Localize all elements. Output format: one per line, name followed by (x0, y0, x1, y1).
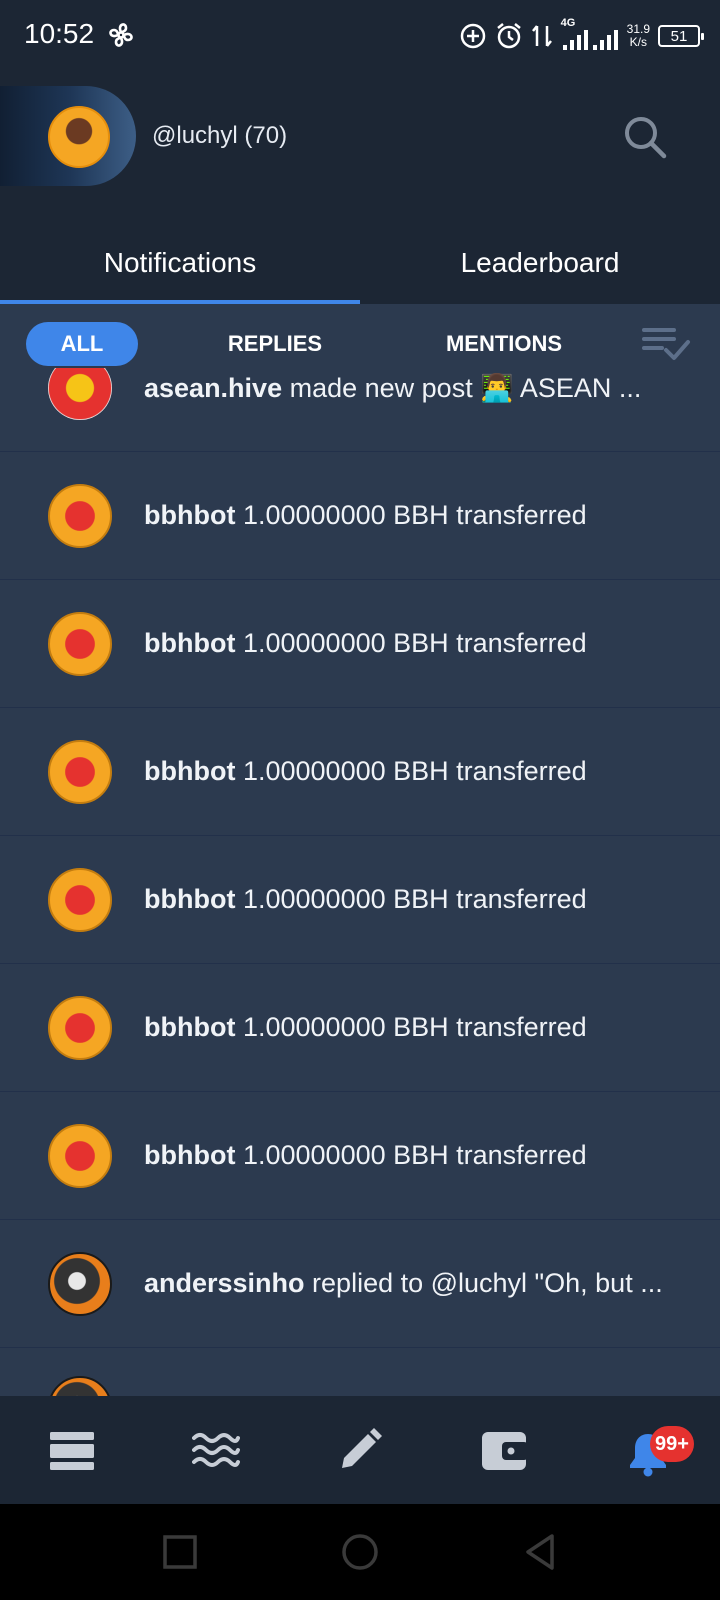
tab-bar: Notifications Leaderboard (0, 222, 720, 304)
back-icon[interactable] (520, 1532, 560, 1572)
feed-icon[interactable] (48, 1426, 96, 1474)
bottom-nav: 99+ (0, 1396, 720, 1504)
bbh-avatar-icon[interactable] (48, 612, 112, 676)
notification-badge: 99+ (650, 1426, 694, 1462)
battery-level: 51 (670, 27, 688, 45)
tab-leaderboard[interactable]: Leaderboard (360, 222, 720, 304)
notification-text: anderssinho replied to @luchyl "Oh, but … (144, 1268, 663, 1298)
bbh-avatar-icon[interactable] (48, 868, 112, 932)
username: @luchyl (70) (152, 122, 288, 149)
partial-avatar-icon[interactable] (48, 1376, 112, 1396)
notification-text: bbhbot 1.00000000 BBH transferred (144, 756, 587, 786)
list-item[interactable]: anderssinho replied to @luchyl "Oh, but … (0, 1220, 720, 1348)
list-item[interactable]: bbhbot 1.00000000 BBH transferred (0, 452, 720, 580)
list-item[interactable]: bbhbot 1.00000000 BBH transferred (0, 964, 720, 1092)
notification-text: bbhbot 1.00000000 BBH transferred (144, 1140, 587, 1170)
signal-icon (592, 30, 618, 50)
data-saver-icon (460, 23, 485, 49)
fan-icon (109, 23, 133, 47)
signal-4g-icon: 4G (561, 17, 619, 51)
list-item[interactable]: bbhbot 1.00000000 BBH transferred (0, 836, 720, 964)
list-item[interactable] (0, 1348, 720, 1396)
status-bar: 10:52 4G 31.9 K/s 51 (0, 0, 720, 72)
list-item[interactable]: bbhbot 1.00000000 BBH transferred (0, 1092, 720, 1220)
user-avatar[interactable] (48, 106, 110, 168)
data-arrows-icon (531, 25, 552, 47)
bbh-avatar-icon[interactable] (48, 1124, 112, 1188)
notification-list: asean.hive made new post 👨‍💻 ASEAN ... b… (0, 368, 720, 1396)
filter-mentions[interactable]: MENTIONS (420, 322, 588, 366)
filter-all[interactable]: ALL (26, 322, 138, 366)
recents-icon[interactable] (160, 1532, 200, 1572)
list-item[interactable]: bbhbot 1.00000000 BBH transferred (0, 708, 720, 836)
home-icon[interactable] (340, 1532, 380, 1572)
bbh-avatar-icon[interactable] (48, 484, 112, 548)
notification-text: bbhbot 1.00000000 BBH transferred (144, 628, 587, 658)
notification-text: bbhbot 1.00000000 BBH transferred (144, 500, 587, 530)
search-icon[interactable] (622, 114, 668, 160)
notification-text: asean.hive made new post 👨‍💻 ASEAN ... (144, 373, 642, 403)
bbh-avatar-icon[interactable] (48, 740, 112, 804)
waves-icon[interactable] (192, 1426, 240, 1474)
pencil-icon[interactable] (336, 1426, 384, 1474)
battery-icon: 51 (658, 25, 704, 47)
asean-avatar-icon[interactable] (48, 368, 112, 420)
filter-replies[interactable]: REPLIES (200, 322, 350, 366)
network-type: 4G (560, 17, 576, 29)
notification-text: bbhbot 1.00000000 BBH transferred (144, 884, 587, 914)
status-time: 10:52 (24, 18, 95, 49)
tab-notifications[interactable]: Notifications (0, 222, 360, 304)
bbh-avatar-icon[interactable] (48, 996, 112, 1060)
alarm-icon (496, 23, 521, 49)
filter-bar: ALL REPLIES MENTIONS (0, 304, 720, 368)
wallet-icon[interactable] (480, 1426, 528, 1474)
network-speed: 31.9 K/s (626, 22, 650, 49)
notification-text: bbhbot 1.00000000 BBH transferred (144, 1012, 587, 1042)
list-item[interactable]: bbhbot 1.00000000 BBH transferred (0, 580, 720, 708)
system-nav-bar (0, 1504, 720, 1600)
mark-all-read-icon[interactable] (640, 324, 692, 366)
anders-avatar-icon[interactable] (48, 1252, 112, 1316)
app-header: @luchyl (70) Notifications Leaderboard (0, 72, 720, 304)
status-icons: 4G 31.9 K/s 51 (459, 17, 704, 54)
list-item[interactable]: asean.hive made new post 👨‍💻 ASEAN ... (0, 368, 720, 452)
